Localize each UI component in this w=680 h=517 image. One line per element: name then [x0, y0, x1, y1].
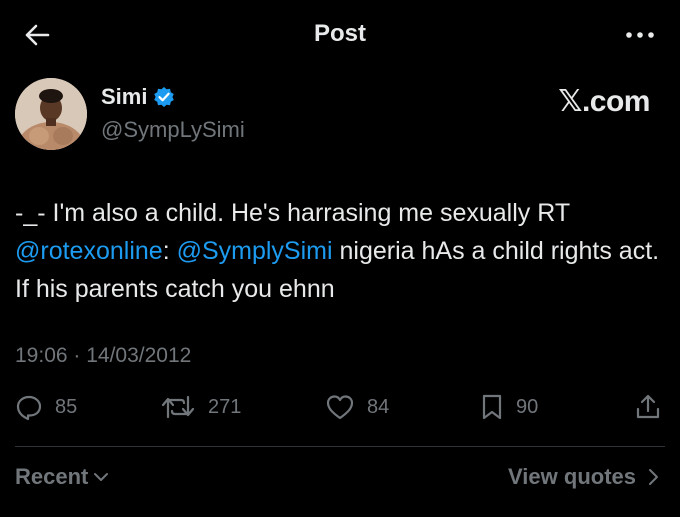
- more-horizontal-icon: [626, 32, 654, 38]
- more-options-button[interactable]: [624, 22, 656, 48]
- post-text: -_- I'm also a child. He's harrasing me …: [15, 194, 665, 308]
- sort-label: Recent: [15, 464, 89, 489]
- like-button[interactable]: 84: [325, 393, 389, 421]
- share-icon: [636, 394, 660, 419]
- profile-photo: [15, 78, 87, 150]
- top-bar: Post: [0, 0, 680, 68]
- brand-watermark: 𝕏.com: [558, 85, 650, 118]
- post-text-part: -_- I'm also a child. He's harrasing me …: [15, 199, 570, 227]
- share-button[interactable]: [634, 393, 662, 421]
- author-name: Simi: [101, 84, 148, 109]
- repost-count: 271: [208, 395, 242, 418]
- sort-replies-button[interactable]: Recent: [15, 464, 110, 490]
- chevron-down-icon: [94, 473, 109, 481]
- view-quotes-link[interactable]: View quotes: [508, 464, 660, 490]
- like-count: 84: [367, 395, 390, 418]
- bookmark-icon: [482, 394, 502, 420]
- repost-button[interactable]: 271: [160, 393, 241, 421]
- avatar[interactable]: [15, 78, 87, 150]
- bookmark-button[interactable]: 90: [480, 393, 538, 421]
- divider: [15, 446, 665, 447]
- author-name-row[interactable]: Simi: [101, 84, 175, 110]
- action-bar: 85 271 84 90: [0, 393, 680, 433]
- page-title: Post: [313, 20, 366, 47]
- chevron-right-icon: [649, 469, 658, 485]
- mention-link[interactable]: @rotexonline: [15, 237, 163, 265]
- mention-link[interactable]: @SymplySimi: [177, 237, 333, 265]
- bookmark-count: 90: [516, 395, 539, 418]
- heart-icon: [326, 395, 354, 420]
- reply-icon: [16, 395, 42, 421]
- post-text-part: :: [162, 237, 177, 265]
- reply-count: 85: [55, 395, 78, 418]
- verified-badge-icon: [154, 87, 175, 107]
- view-quotes-label: View quotes: [508, 464, 636, 489]
- post-timestamp[interactable]: 19:06 · 14/03/2012: [15, 344, 191, 368]
- author-handle[interactable]: @SympLySimi: [101, 117, 245, 143]
- reply-button[interactable]: 85: [15, 393, 77, 421]
- repost-icon: [161, 395, 195, 419]
